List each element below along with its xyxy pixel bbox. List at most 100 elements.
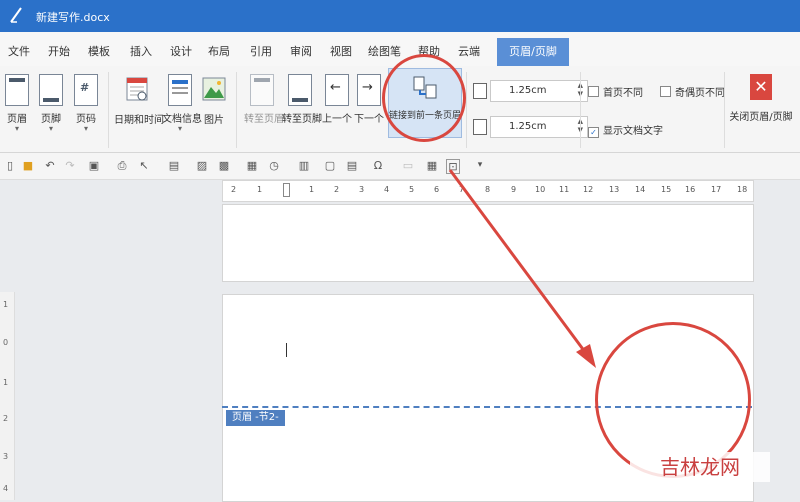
menu-template[interactable]: 模板 [88, 43, 110, 59]
header-distance-icon [473, 83, 487, 99]
text-cursor [286, 343, 287, 357]
image-icon[interactable]: ▨ [196, 159, 208, 172]
ruler-tick: 11 [559, 185, 570, 194]
link-icon[interactable]: ⊡ [446, 159, 460, 174]
checkbox-unchecked-icon [588, 86, 599, 97]
menu-references[interactable]: 引用 [250, 43, 272, 59]
ribbon-separator [580, 72, 581, 148]
ruler-tick: 8 [485, 185, 491, 194]
window-title: 新建写作.docx [36, 11, 110, 24]
pointer-icon[interactable]: ↖ [138, 159, 150, 172]
menu-layout[interactable]: 布局 [208, 43, 230, 59]
menu-view[interactable]: 视图 [330, 43, 352, 59]
close-icon: ✕ [750, 74, 772, 100]
ruler-tick: 16 [685, 185, 696, 194]
redo-icon[interactable]: ↷ [64, 159, 76, 172]
symbol-icon[interactable]: Ω [372, 159, 384, 172]
new-doc-icon[interactable]: ▯ [4, 159, 16, 172]
previous-button[interactable]: ← 上一个 [322, 74, 352, 125]
horizontal-ruler[interactable]: 2 1 1 2 3 4 5 6 7 8 9 10 11 12 13 14 15 … [222, 180, 754, 202]
menu-file[interactable]: 文件 [8, 43, 30, 59]
show-document-text-checkbox[interactable]: ✓ 显示文档文字 [588, 122, 663, 138]
arrow-left-icon: ← [325, 74, 349, 106]
ruler-tick: 7 [459, 185, 465, 194]
table-icon[interactable]: ▤ [168, 159, 180, 172]
watermark: 吉林龙网 [630, 452, 770, 482]
ruler-tick: 13 [609, 185, 620, 194]
checkbox-checked-icon: ✓ [588, 127, 599, 138]
menu-design[interactable]: 设计 [170, 43, 192, 59]
ruler-tick: 2 [334, 185, 340, 194]
header-icon [5, 74, 29, 106]
customize-toolbar-icon[interactable]: ▾ [474, 159, 486, 172]
ruler-tick: 10 [535, 185, 546, 194]
checkbox-unchecked-icon [660, 86, 671, 97]
undo-icon[interactable]: ↶ [44, 159, 56, 172]
menu-draw[interactable]: 绘图笔 [368, 43, 401, 59]
print-icon[interactable]: ⎙ [116, 159, 128, 172]
date-time-button[interactable]: 日期和时间 [114, 74, 164, 126]
shapes-icon[interactable]: ▦ [246, 159, 258, 172]
arrow-right-icon: → [357, 74, 381, 106]
textbox-icon[interactable]: ▢ [324, 159, 336, 172]
ruler-tick: 2 [231, 185, 237, 194]
footer-bottom-distance-input[interactable]: 1.25cm ▲▼ [473, 116, 588, 138]
page-number-button[interactable]: # 页码 ▾ [72, 74, 100, 133]
different-odd-even-checkbox[interactable]: 奇偶页不同 [660, 84, 725, 99]
ruler-tick: 15 [661, 185, 672, 194]
next-button[interactable]: → 下一个 [354, 74, 384, 125]
blank-icon[interactable]: ▭ [402, 159, 414, 172]
menu-insert[interactable]: 插入 [130, 43, 152, 59]
footer-icon [39, 74, 63, 106]
vruler-tick: 1 [3, 300, 9, 309]
annotation-circle-ribbon [382, 54, 466, 142]
ruler-tick: 18 [737, 185, 748, 194]
header-section-tag: 页眉 -节2- [226, 410, 285, 426]
page-1-bottom[interactable] [222, 204, 754, 282]
chart-icon[interactable]: ◷ [268, 159, 280, 172]
header-footer-icon[interactable]: ▦ [426, 159, 438, 172]
goto-footer-icon [288, 74, 312, 106]
caret-down-icon: ▾ [177, 124, 182, 133]
page-number-icon: # [74, 74, 98, 106]
goto-header-button[interactable]: 转至页眉 [244, 74, 284, 125]
goto-header-icon [250, 74, 274, 106]
save-icon[interactable]: ▣ [88, 159, 100, 172]
goto-footer-button[interactable]: 转至页脚 [282, 74, 322, 125]
ribbon-separator [724, 72, 725, 148]
header-button[interactable]: 页眉 ▾ [4, 74, 30, 133]
header-top-distance-input[interactable]: 1.25cm ▲▼ [473, 80, 588, 102]
document-icon[interactable]: ▤ [346, 159, 358, 172]
doc-info-button[interactable]: 文档信息 ▾ [162, 74, 202, 133]
ruler-tick: 1 [309, 185, 315, 194]
screenshot-icon[interactable]: ▩ [218, 159, 230, 172]
ruler-tick: 3 [359, 185, 365, 194]
picture-button[interactable]: 图片 [200, 74, 228, 126]
ruler-tick: 9 [511, 185, 517, 194]
ribbon-separator [108, 72, 109, 148]
tab-header-footer[interactable]: 页眉/页脚 [497, 38, 569, 66]
footer-distance-icon [473, 119, 487, 135]
open-folder-icon[interactable]: ■ [22, 159, 34, 172]
menu-cloud[interactable]: 云端 [458, 43, 480, 59]
different-first-page-checkbox[interactable]: 首页不同 [588, 84, 643, 99]
indent-marker[interactable] [283, 183, 290, 197]
calendar-icon [126, 77, 148, 101]
footer-button[interactable]: 页脚 ▾ [38, 74, 64, 133]
ribbon-separator [466, 72, 467, 148]
vruler-tick: 3 [3, 452, 9, 461]
menu-review[interactable]: 审阅 [290, 43, 312, 59]
caret-down-icon: ▾ [48, 124, 53, 133]
bar-chart-icon[interactable]: ▥ [298, 159, 310, 172]
ruler-tick: 12 [583, 185, 594, 194]
vertical-ruler[interactable]: 1 0 1 2 3 4 [0, 292, 15, 500]
vruler-tick: 2 [3, 414, 9, 423]
close-header-footer-button[interactable]: ✕ 关闭页眉/页脚 [728, 74, 794, 123]
menu-home[interactable]: 开始 [48, 43, 70, 59]
title-bar: 新建写作.docx [0, 0, 800, 32]
ruler-tick: 5 [409, 185, 415, 194]
vruler-tick: 0 [3, 338, 9, 347]
ruler-tick: 4 [384, 185, 390, 194]
caret-down-icon: ▾ [83, 124, 88, 133]
ruler-tick: 1 [257, 185, 263, 194]
